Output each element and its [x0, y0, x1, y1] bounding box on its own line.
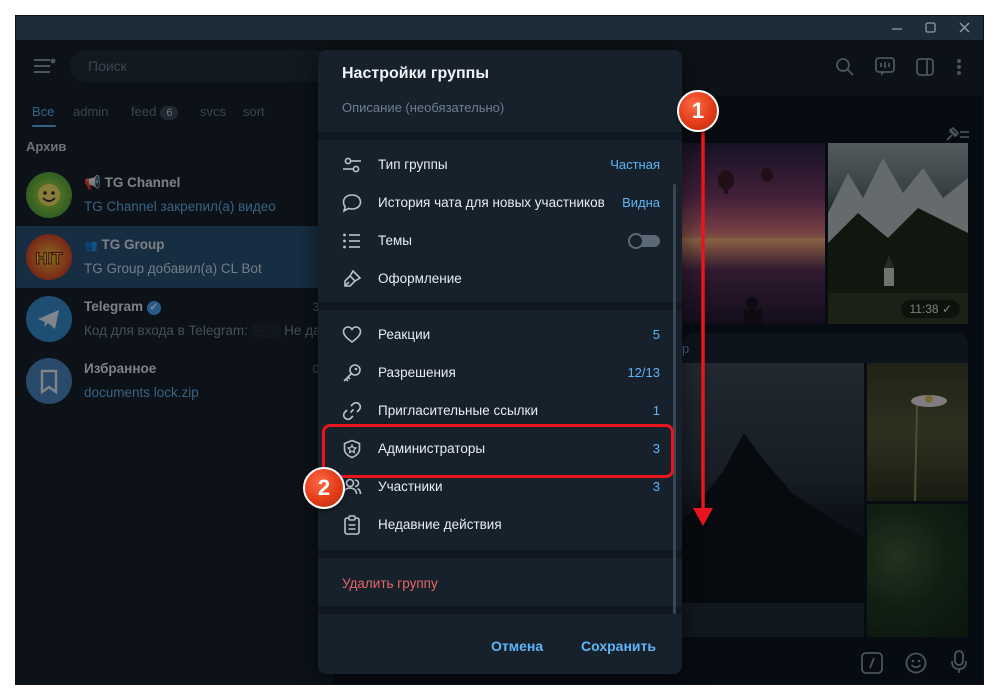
group-type-row[interactable]: Тип группы Частная — [318, 146, 682, 184]
minimize-button[interactable] — [880, 16, 914, 40]
title-bar — [16, 16, 983, 40]
row-value: Частная — [610, 157, 660, 172]
step-marker-1: 1 — [677, 90, 719, 132]
key-icon — [342, 363, 362, 383]
save-button[interactable]: Сохранить — [581, 638, 656, 654]
sliders-icon — [342, 155, 362, 175]
divider — [318, 132, 682, 140]
row-value: 12/13 — [627, 365, 660, 380]
row-label: Реакции — [378, 327, 431, 342]
topics-toggle[interactable] — [628, 233, 660, 249]
row-value: 5 — [652, 327, 660, 342]
scroll-arrow-annotation — [693, 120, 713, 526]
description-field[interactable]: Описание (необязательно) — [342, 100, 504, 115]
row-label: Разрешения — [378, 365, 456, 380]
users-icon — [342, 477, 362, 497]
close-window-button[interactable] — [947, 16, 981, 40]
recent-actions-row[interactable]: Недавние действия — [318, 506, 682, 544]
step-marker-2: 2 — [303, 467, 345, 509]
dialog-scrollbar[interactable] — [673, 184, 676, 614]
highlight-box — [322, 424, 674, 478]
reactions-row[interactable]: Реакции 5 — [318, 316, 682, 354]
permissions-row[interactable]: Разрешения 12/13 — [318, 354, 682, 392]
list-icon — [342, 231, 362, 251]
cancel-button[interactable]: Отмена — [491, 638, 543, 654]
divider — [318, 606, 682, 614]
row-label: Недавние действия — [378, 517, 502, 532]
group-settings-dialog: Настройки группы Описание (необязательно… — [318, 50, 682, 674]
divider — [318, 550, 682, 558]
divider — [318, 302, 682, 310]
link-icon — [342, 401, 362, 421]
delete-group-button[interactable]: Удалить группу — [342, 576, 438, 591]
row-label: Пригласительные ссылки — [378, 403, 539, 418]
chat-bubble-icon — [342, 193, 362, 213]
row-value: Видна — [622, 195, 660, 210]
clipboard-icon — [342, 515, 362, 535]
heart-icon — [342, 325, 362, 345]
brush-icon — [342, 269, 362, 289]
row-value: 1 — [652, 403, 660, 418]
maximize-button[interactable] — [913, 16, 947, 40]
chat-history-row[interactable]: История чата для новых участников Видна — [318, 184, 682, 222]
appearance-row[interactable]: Оформление — [318, 260, 682, 298]
dialog-title: Настройки группы — [342, 65, 489, 82]
row-label: Участники — [378, 479, 443, 494]
row-label: Оформление — [378, 271, 462, 286]
topics-row[interactable]: Темы — [318, 222, 682, 260]
row-label: Тип группы — [378, 157, 448, 172]
row-label: История чата для новых участников — [378, 195, 605, 210]
row-label: Темы — [378, 233, 412, 248]
row-value: 3 — [652, 479, 660, 494]
telegram-window: Поиск 11:38 ✓ р Все admin feed 6 svcs so… — [16, 16, 983, 684]
